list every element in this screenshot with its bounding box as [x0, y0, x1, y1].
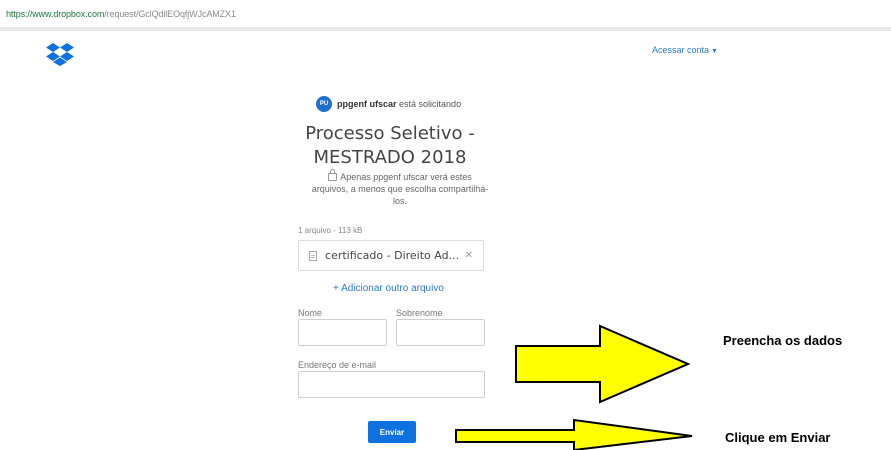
account-label: Acessar conta [652, 45, 710, 55]
annotation-arrow-small [455, 418, 693, 450]
first-name-label: Nome [298, 308, 323, 318]
remove-file-icon[interactable]: ✕ [465, 250, 473, 261]
file-summary: 1 arquivo - 113 kB [298, 226, 363, 235]
lock-icon [328, 169, 338, 181]
privacy-note: Apenas ppgenf ufscar verá estes arquivos… [311, 169, 489, 206]
divider [0, 27, 891, 31]
browser-address-bar[interactable]: https://www.dropbox.com/request/GclQdilE… [0, 0, 891, 31]
email-input[interactable] [298, 371, 485, 398]
email-label: Endereço de e-mail [298, 360, 377, 370]
dropbox-logo-icon[interactable] [46, 42, 74, 66]
file-icon [309, 250, 317, 261]
url-text[interactable]: https://www.dropbox.com/request/GclQdilE… [6, 9, 236, 19]
requester-suffix: está solicitando [399, 99, 462, 109]
requester-name: ppgenf ufscar [337, 99, 397, 109]
page-title: Processo Seletivo - MESTRADO 2018 [305, 123, 475, 168]
account-menu-link[interactable]: Acessar conta ▼ [652, 45, 718, 55]
avatar: PU [316, 96, 332, 112]
first-name-input[interactable] [298, 319, 387, 346]
page: https://www.dropbox.com/request/GclQdilE… [0, 0, 891, 450]
annotation-fill-note: Preencha os dados [723, 333, 843, 348]
file-name: certificado - Direito Ad... [325, 249, 460, 262]
last-name-label: Sobrenome [396, 308, 443, 318]
annotation-arrow-large [515, 324, 690, 404]
last-name-input[interactable] [396, 319, 485, 346]
submit-button[interactable]: Enviar [368, 421, 416, 443]
add-file-link[interactable]: + Adicionar outro arquivo [333, 283, 444, 294]
annotation-click-note: Clique em Enviar [725, 430, 831, 445]
file-item: certificado - Direito Ad... ✕ [298, 240, 484, 271]
requester-line: PU ppgenf ufscar está solicitando [316, 96, 461, 112]
caret-down-icon: ▼ [711, 48, 718, 55]
